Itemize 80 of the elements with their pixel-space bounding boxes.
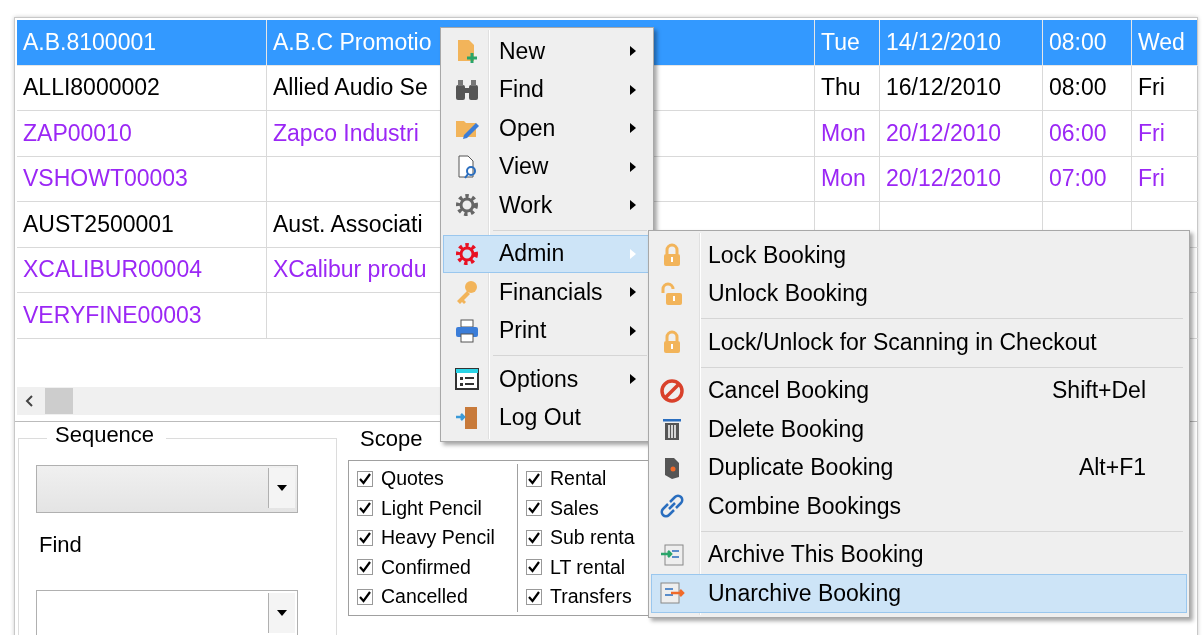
gear-icon [454,240,480,267]
checkbox-label[interactable]: LT rental [550,555,626,579]
open-padlock-icon [659,280,685,307]
link-icon [659,493,685,520]
date-cell: 20/12/2010 [880,156,1043,202]
shortcut-text: Shift+Del [1052,377,1146,405]
checkbox[interactable] [357,559,373,576]
checkbox[interactable] [526,588,542,605]
time-cell: 07:00 [1043,156,1132,202]
checkbox-label[interactable]: Light Pencil [381,496,482,520]
booking-code-cell: XCALIBUR00004 [17,247,267,293]
booking-code-cell: A.B.8100001 [17,20,267,66]
menu-item[interactable]: Archive This Booking [651,535,1187,574]
checkbox[interactable] [357,500,373,517]
checkbox[interactable] [526,470,542,487]
dropdown-button[interactable] [268,468,295,508]
checkbox-label[interactable]: Heavy Pencil [381,526,495,550]
checkbox[interactable] [357,588,373,605]
date-cell: 20/12/2010 [880,111,1043,157]
booking-code-cell: VSHOWT00003 [17,156,267,202]
submenu-arrow-icon [630,248,636,259]
checkbox[interactable] [526,500,542,517]
printer-icon [454,317,480,344]
checkbox[interactable] [526,559,542,576]
prohibited-icon [659,377,685,404]
booking-code-cell: ALLI8000002 [17,65,267,111]
scrollbar-thumb[interactable] [45,388,73,414]
submenu-arrow-icon [630,287,636,298]
list-icon [454,366,480,393]
date-cell: 14/12/2010 [880,20,1043,66]
menu-item[interactable]: Cancel Booking Shift+Del [651,371,1187,410]
menu-item[interactable]: Combine Bookings [651,487,1187,526]
day-cell: Fri [1132,65,1198,111]
time-cell: 06:00 [1043,111,1132,157]
time-cell: 08:00 [1043,65,1132,111]
caret-icon [277,485,287,491]
archive-icon [659,541,685,568]
menu-item[interactable]: Open [443,109,651,148]
checkbox-label[interactable]: Sub renta [550,526,635,550]
day-cell: Fri [1132,156,1198,202]
submenu-arrow-icon [630,161,636,172]
day-cell: Mon [815,156,880,202]
unarchive-icon [659,580,685,607]
booking-code-cell: VERYFINE00003 [17,293,267,339]
submenu-arrow-icon [630,325,636,336]
checkbox-label[interactable]: Confirmed [381,555,471,579]
checkbox-label[interactable]: Transfers [550,585,632,609]
checkbox-label[interactable]: Cancelled [381,585,468,609]
checkbox[interactable] [357,470,373,487]
checkbox[interactable] [357,529,373,546]
day-cell: Wed [1132,20,1198,66]
day-cell: Fri [1132,111,1198,157]
booking-code-cell: ZAP00010 [17,111,267,157]
menu-item[interactable]: Print [443,311,651,350]
menu-item[interactable]: Lock/Unlock for Scanning in Checkout [651,323,1187,362]
door-icon [454,404,480,431]
checkbox-label[interactable]: Quotes [381,467,444,491]
submenu-arrow-icon [630,374,636,385]
day-cell: Thu [815,65,880,111]
time-cell: 08:00 [1043,20,1132,66]
menu-item[interactable]: Unarchive Booking [651,574,1187,613]
submenu-arrow-icon [630,200,636,211]
menu-item[interactable]: Find [443,70,651,109]
submenu-arrow-icon [630,123,636,134]
gear-icon [454,192,480,219]
checkbox-label[interactable]: Sales [550,496,599,520]
checkbox-label[interactable]: Rental [550,467,607,491]
day-cell: Tue [815,20,880,66]
submenu-arrow-icon [630,84,636,95]
booking-code-cell: AUST2500001 [17,202,267,248]
day-cell: Mon [815,111,880,157]
shortcut-text: Alt+F1 [1078,454,1146,482]
checkbox[interactable] [526,529,542,546]
dropdown-button[interactable] [268,593,295,633]
date-cell: 16/12/2010 [880,65,1043,111]
submenu-arrow-icon [630,46,636,57]
menu-item[interactable]: Admin [443,234,651,273]
caret-icon [277,610,287,616]
menu-item[interactable]: Options [443,360,651,399]
find-label: Find [39,532,82,558]
